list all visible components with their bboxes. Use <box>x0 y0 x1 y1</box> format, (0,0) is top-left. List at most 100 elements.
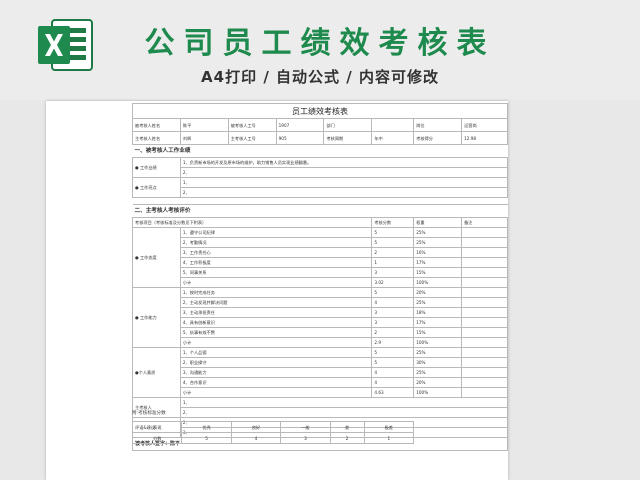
cell: 考核得分 <box>413 131 463 145</box>
item-note[interactable] <box>461 327 508 338</box>
item-score[interactable]: 5 <box>371 237 415 248</box>
remark-line[interactable]: 1、 <box>179 397 508 408</box>
cell[interactable]: 运营岗 <box>461 118 508 132</box>
item-weight[interactable]: 15% <box>413 327 463 338</box>
item-name: 3、主动承担责任 <box>179 307 373 318</box>
appendix-note: 附:考核标准分数 <box>132 411 166 416</box>
item-note[interactable] <box>461 347 508 358</box>
item-weight[interactable]: 20% <box>413 287 463 298</box>
subtotal-score: 4.63 <box>371 387 415 398</box>
score-value-row: 分数 5 4 3 2 1 <box>131 432 415 444</box>
subtotal-weight: 100% <box>413 277 463 288</box>
subtotal-weight: 100% <box>413 337 463 348</box>
cell[interactable] <box>371 118 415 132</box>
item-note[interactable] <box>461 297 508 308</box>
item-score[interactable]: 4 <box>371 297 415 308</box>
table-row: ●个人素质 1、个人品德 5 25% <box>132 347 508 398</box>
item-weight[interactable]: 15% <box>413 267 463 278</box>
item-note[interactable] <box>461 367 508 378</box>
cell: 考核周期 <box>323 131 373 145</box>
item-score[interactable]: 1 <box>371 257 415 268</box>
item-name: 1、个人品德 <box>179 347 373 358</box>
subtotal-score: 3.02 <box>371 277 415 288</box>
item-weight[interactable]: 17% <box>413 317 463 328</box>
item-weight[interactable]: 30% <box>413 357 463 368</box>
item-note[interactable] <box>461 247 508 258</box>
item-note[interactable] <box>461 337 508 348</box>
perf-row: ● 工作亮点 1、 <box>132 177 508 198</box>
cell[interactable]: 905 <box>275 131 325 145</box>
item-weight[interactable]: 25% <box>413 367 463 378</box>
perf-line[interactable]: 2、 <box>179 187 508 198</box>
info-row-1: 被考核人姓名 陈平 被考核人工号 1907 部门 岗位 运营岗 <box>132 118 508 132</box>
group-label: ● 工作态度 <box>132 227 181 288</box>
item-note[interactable] <box>461 317 508 328</box>
subtotal-label: 小计 <box>179 337 373 348</box>
item-score[interactable]: 4 <box>371 367 415 378</box>
item-weight[interactable]: 18% <box>413 307 463 318</box>
item-score[interactable]: 3 <box>371 267 415 278</box>
item-score[interactable]: 3 <box>371 307 415 318</box>
score-cell: 4 <box>230 432 282 444</box>
table-row: 2、主动发现并解决问题 4 25% <box>133 297 508 308</box>
item-note[interactable] <box>461 237 508 248</box>
item-score[interactable]: 5 <box>371 227 415 238</box>
item-note[interactable] <box>461 227 508 238</box>
item-weight[interactable]: 25% <box>413 347 463 358</box>
perf-line[interactable]: 2、 <box>179 167 508 178</box>
item-note[interactable] <box>461 287 508 298</box>
item-note[interactable] <box>461 307 508 318</box>
table-row: 3、工作责任心 2 16% <box>133 247 508 258</box>
item-weight[interactable]: 25% <box>413 227 463 238</box>
score-cell: 1 <box>363 432 415 444</box>
item-weight[interactable]: 25% <box>413 297 463 308</box>
item-note[interactable] <box>461 277 508 288</box>
item-weight[interactable]: 20% <box>413 377 463 388</box>
item-name: 4、具有创新意识 <box>179 317 373 328</box>
remark-line[interactable]: 2、 <box>179 407 508 418</box>
cell[interactable]: 1907 <box>275 118 325 132</box>
score-cell: 差 <box>329 421 365 433</box>
item-note[interactable] <box>461 267 508 278</box>
item-score[interactable]: 4 <box>371 377 415 388</box>
table-row: 4、具有创新意识 3 17% <box>133 317 508 328</box>
score-cell: 表现 <box>131 421 183 433</box>
section-title: 二、主考核人考核评价 <box>132 204 508 218</box>
section-heading-1: 一、被考核人工作业绩 <box>132 144 508 158</box>
item-name: 2、主动发现并解决问题 <box>179 297 373 308</box>
item-name: 4、工作积极度 <box>179 257 373 268</box>
perf-label: ● 工作业绩 <box>132 157 181 178</box>
subtotal-label: 小计 <box>179 277 373 288</box>
table-row: 3、沟通能力 4 25% <box>133 367 508 378</box>
item-name: 3、沟通能力 <box>179 367 373 378</box>
item-note[interactable] <box>461 257 508 268</box>
banner-title: 公司员工绩效考核表 <box>144 26 496 61</box>
item-score[interactable]: 2 <box>371 327 415 338</box>
subtotal-row: 小计 2.9 100% <box>133 337 508 348</box>
score-cell: 良好 <box>230 421 282 433</box>
perf-line[interactable]: 1、负责新市场的开发及原市场的维护，助力销售人员实现业绩翻番。 <box>179 157 508 168</box>
item-note[interactable] <box>461 357 508 368</box>
perf-line[interactable]: 1、 <box>179 177 508 188</box>
table-row: 4、工作积极度 1 17% <box>133 257 508 268</box>
item-score[interactable]: 2 <box>371 247 415 258</box>
cell[interactable]: 12.98 <box>461 131 508 145</box>
cell[interactable]: 陈平 <box>179 118 229 132</box>
item-name: 2、职业操守 <box>179 357 373 368</box>
item-weight[interactable]: 25% <box>413 237 463 248</box>
item-note[interactable] <box>461 387 508 398</box>
item-weight[interactable]: 17% <box>413 257 463 268</box>
cell[interactable]: 刘辉 <box>179 131 229 145</box>
cell[interactable]: 年中 <box>371 131 415 145</box>
item-weight[interactable]: 16% <box>413 247 463 258</box>
spreadsheet-page: 员工绩效考核表 被考核人姓名 陈平 被考核人工号 1907 部门 岗位 运营岗 … <box>46 101 508 480</box>
item-score[interactable]: 5 <box>371 347 415 358</box>
item-score[interactable]: 5 <box>371 287 415 298</box>
sheet-title-table: 员工绩效考核表 <box>132 103 508 119</box>
item-note[interactable] <box>461 377 508 388</box>
item-score[interactable]: 5 <box>371 357 415 368</box>
item-name: 3、工作责任心 <box>179 247 373 258</box>
score-cell: 分数 <box>131 432 183 444</box>
table-row: 4、合作意识 4 20% <box>133 377 508 388</box>
item-score[interactable]: 3 <box>371 317 415 328</box>
